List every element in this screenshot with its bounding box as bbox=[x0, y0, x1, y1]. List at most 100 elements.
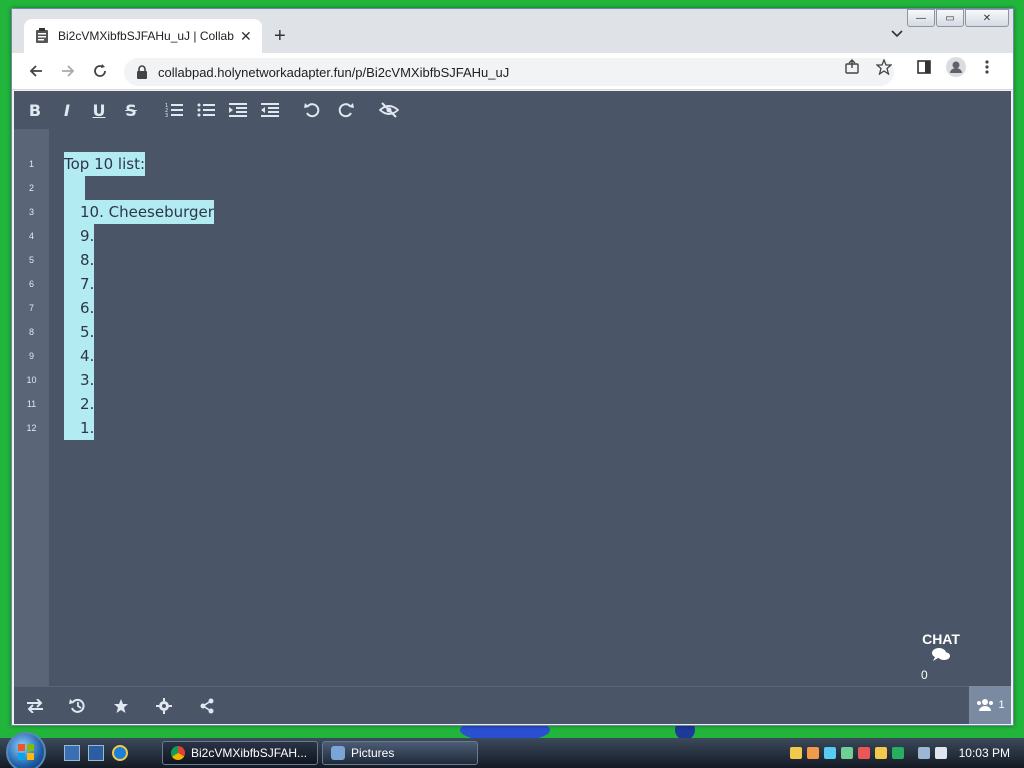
editor-line[interactable]: 7. bbox=[64, 272, 95, 296]
editor-line-text: 2. bbox=[80, 392, 95, 416]
line-number: 12 bbox=[26, 423, 37, 433]
saved-revision-button[interactable] bbox=[110, 696, 132, 716]
editor-line[interactable]: 1. bbox=[64, 416, 95, 440]
gear-icon bbox=[156, 698, 172, 714]
tray-icon[interactable] bbox=[823, 747, 836, 759]
share-nodes-icon bbox=[200, 698, 214, 714]
editor-line-text: 8. bbox=[80, 248, 95, 272]
indent-button[interactable] bbox=[227, 100, 249, 120]
users-button[interactable]: 1 bbox=[969, 686, 1011, 724]
strikethrough-button[interactable]: S bbox=[120, 100, 142, 120]
switch-windows-icon[interactable] bbox=[88, 745, 104, 761]
editor-line-text: 3. bbox=[80, 368, 95, 392]
editor-line[interactable]: 8. bbox=[64, 248, 95, 272]
maximize-button[interactable]: ▭ bbox=[936, 9, 964, 27]
unordered-list-button[interactable] bbox=[195, 100, 217, 120]
swap-arrows-icon bbox=[27, 699, 43, 713]
editor-line[interactable]: 10. Cheeseburger bbox=[64, 200, 214, 224]
indent-space bbox=[64, 176, 80, 200]
ordered-list-button[interactable]: 123 bbox=[163, 100, 185, 120]
editor-line[interactable]: 2. bbox=[64, 392, 95, 416]
browser-tab[interactable]: Bi2cVMXibfbSJFAHu_uJ | Collabora ✕ bbox=[24, 19, 262, 53]
internet-explorer-icon[interactable] bbox=[112, 745, 128, 761]
outdent-button[interactable] bbox=[259, 100, 281, 120]
editor-line[interactable]: 3. bbox=[64, 368, 95, 392]
close-window-button[interactable]: ✕ bbox=[965, 9, 1009, 27]
users-count: 1 bbox=[998, 699, 1005, 711]
hide-authorship-button[interactable] bbox=[378, 100, 400, 120]
arrow-left-icon bbox=[29, 65, 42, 77]
volume-icon[interactable] bbox=[934, 747, 947, 759]
bookmark-star-icon[interactable] bbox=[875, 58, 893, 79]
line-number: 8 bbox=[28, 327, 34, 337]
forward-button[interactable] bbox=[56, 59, 80, 83]
tray-icon[interactable] bbox=[891, 747, 904, 759]
tray-icon[interactable] bbox=[789, 747, 802, 759]
taskbar-item-label: Bi2cVMXibfbSJFAH... bbox=[191, 746, 308, 760]
line-number: 11 bbox=[26, 399, 37, 409]
indent-space bbox=[64, 320, 80, 344]
import-export-button[interactable] bbox=[24, 696, 46, 716]
minimize-button[interactable]: — bbox=[907, 9, 935, 27]
url-text: collabpad.holynetworkadapter.fun/p/Bi2cV… bbox=[158, 64, 510, 80]
folder-icon bbox=[331, 746, 345, 760]
address-bar[interactable]: collabpad.holynetworkadapter.fun/p/Bi2cV… bbox=[124, 58, 894, 86]
editor-line[interactable]: 6. bbox=[64, 296, 95, 320]
taskbar-item-browser[interactable]: Bi2cVMXibfbSJFAH... bbox=[162, 741, 318, 765]
indent-space bbox=[64, 272, 80, 296]
kebab-menu-icon[interactable] bbox=[984, 59, 990, 79]
new-tab-button[interactable]: + bbox=[274, 25, 286, 48]
tray-icon[interactable] bbox=[874, 747, 887, 759]
undo-button[interactable] bbox=[302, 100, 324, 120]
editor-line[interactable] bbox=[64, 176, 85, 200]
taskbar-item-pictures[interactable]: Pictures bbox=[322, 741, 478, 765]
tab-search-button[interactable] bbox=[891, 27, 903, 41]
underline-button[interactable]: U bbox=[88, 100, 110, 120]
editor-line-text: 9. bbox=[80, 224, 95, 248]
editor-line-text: 4. bbox=[80, 344, 95, 368]
editor-toolbar: B I U S 123 bbox=[14, 91, 1011, 129]
reload-icon bbox=[94, 64, 106, 77]
indent-space bbox=[64, 368, 80, 392]
star-icon bbox=[114, 699, 128, 713]
network-icon[interactable] bbox=[917, 747, 930, 759]
editor-line[interactable]: 9. bbox=[64, 224, 95, 248]
title-bar: — ▭ ✕ Bi2cVMXibfbSJFAHu_uJ | Collabora ✕… bbox=[12, 9, 1013, 53]
bold-button[interactable]: B bbox=[24, 100, 46, 120]
clock[interactable]: 10:03 PM bbox=[959, 746, 1010, 760]
share-icon[interactable] bbox=[844, 59, 860, 79]
show-desktop-icon[interactable] bbox=[64, 745, 80, 761]
line-number: 4 bbox=[28, 231, 34, 241]
bottom-toolbar: 1 bbox=[14, 686, 1011, 724]
eye-slash-icon bbox=[379, 102, 399, 118]
chat-widget[interactable]: CHAT 0 bbox=[911, 631, 971, 682]
history-icon bbox=[69, 698, 85, 713]
windows-logo-icon bbox=[18, 744, 34, 760]
timeslider-button[interactable] bbox=[67, 696, 89, 716]
line-number: 1 bbox=[28, 159, 34, 169]
indent-space bbox=[64, 416, 80, 440]
back-button[interactable] bbox=[24, 59, 48, 83]
users-icon bbox=[977, 699, 994, 711]
indent-space bbox=[64, 296, 80, 320]
settings-button[interactable] bbox=[153, 696, 175, 716]
start-button[interactable] bbox=[6, 732, 46, 768]
redo-button[interactable] bbox=[334, 100, 356, 120]
close-tab-icon[interactable]: ✕ bbox=[240, 28, 252, 45]
tray-icon[interactable] bbox=[857, 747, 870, 759]
italic-button[interactable]: I bbox=[56, 100, 78, 120]
tray-search-icon[interactable] bbox=[806, 747, 819, 759]
side-panel-icon[interactable] bbox=[916, 59, 932, 79]
tray-icon[interactable] bbox=[840, 747, 853, 759]
chat-label: CHAT bbox=[922, 631, 960, 647]
line-number: 5 bbox=[28, 255, 34, 265]
editor-line[interactable]: 5. bbox=[64, 320, 95, 344]
lock-icon bbox=[136, 65, 148, 79]
indent-space bbox=[64, 248, 80, 272]
share-pad-button[interactable] bbox=[196, 696, 218, 716]
chat-bubbles-icon bbox=[911, 647, 971, 664]
reload-button[interactable] bbox=[88, 59, 112, 83]
editor-line[interactable]: 4. bbox=[64, 344, 95, 368]
profile-avatar-icon[interactable] bbox=[946, 57, 966, 81]
editor-line[interactable]: Top 10 list: bbox=[64, 152, 146, 176]
